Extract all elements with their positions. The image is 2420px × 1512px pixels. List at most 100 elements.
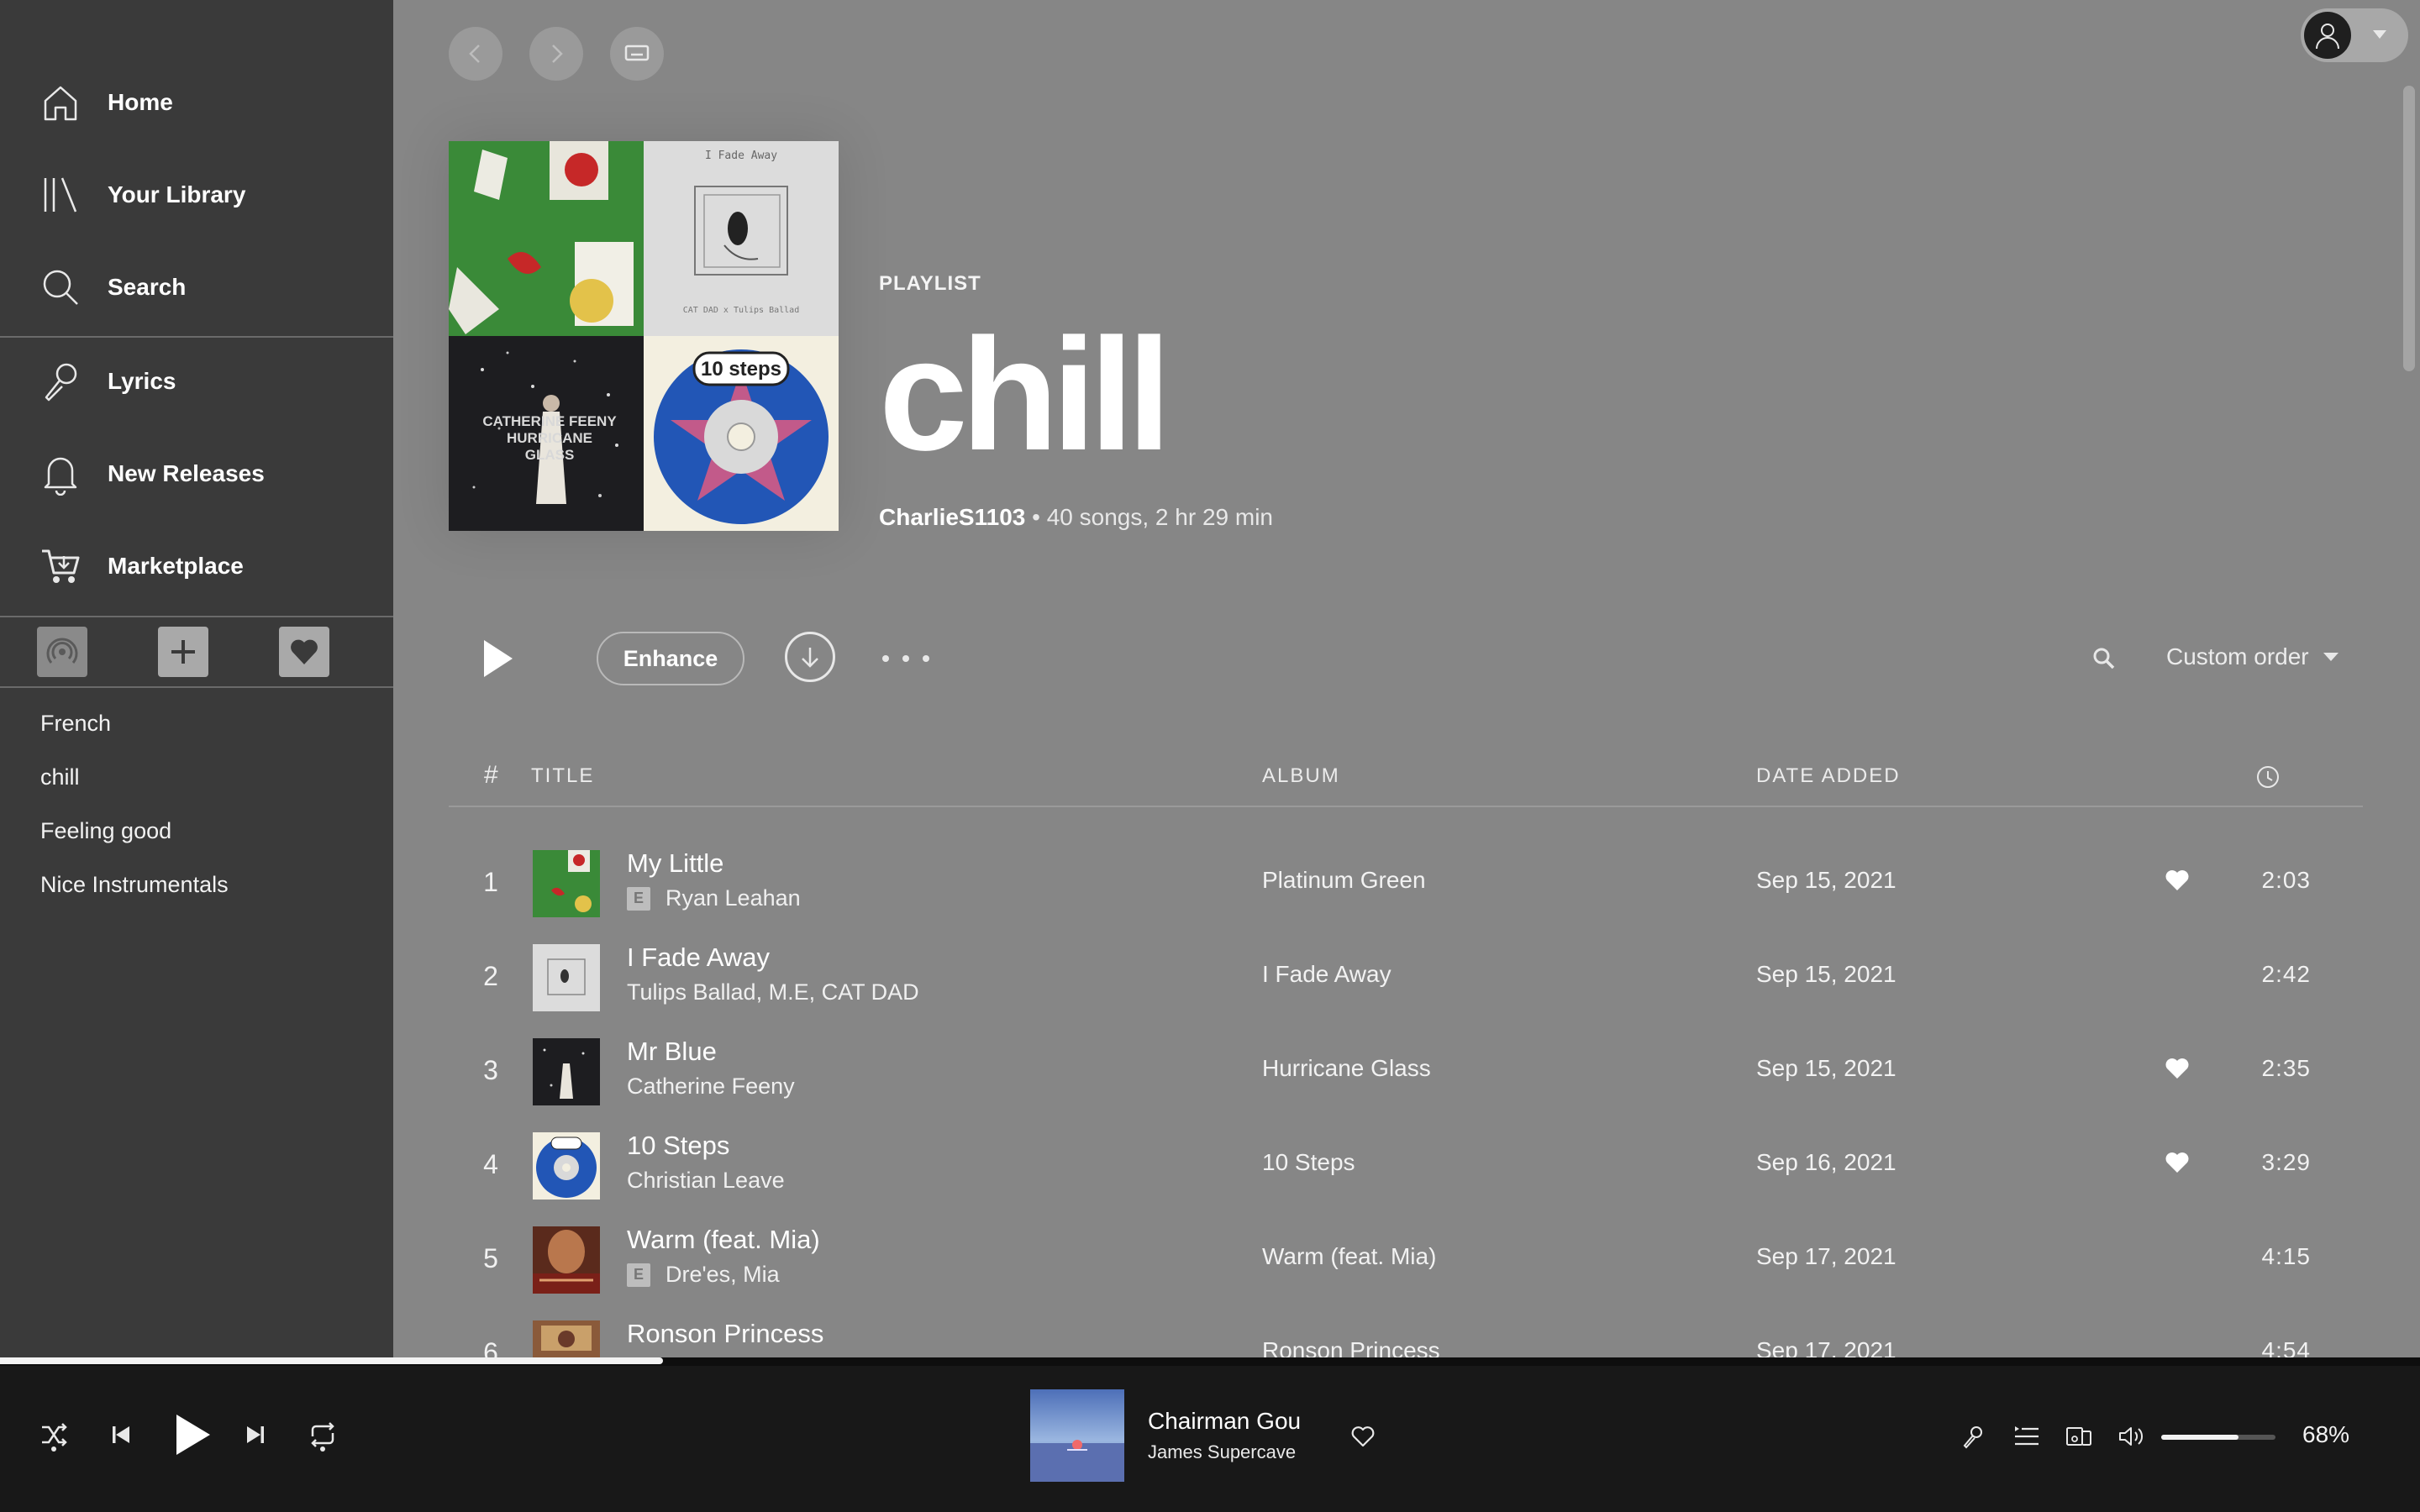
shuffle-icon: [42, 1423, 67, 1446]
nav-your-library[interactable]: Your Library: [0, 149, 393, 241]
track-album[interactable]: Warm (feat. Mia): [1262, 1243, 1436, 1270]
playlist-link[interactable]: Feeling good: [40, 818, 171, 844]
track-title[interactable]: I Fade Away: [627, 942, 770, 973]
now-playing-title[interactable]: Chairman Gou: [1148, 1408, 1301, 1435]
column-album[interactable]: ALBUM: [1262, 764, 1340, 788]
track-duration: 3:29: [2261, 1149, 2311, 1175]
track-album[interactable]: Platinum Green: [1262, 867, 1426, 894]
heart-icon[interactable]: [2165, 1057, 2190, 1080]
nav-home[interactable]: Home: [0, 56, 393, 149]
now-playing-art[interactable]: [1030, 1389, 1124, 1482]
nav-lyrics[interactable]: Lyrics: [0, 335, 393, 428]
playback-progress-bar[interactable]: [0, 1357, 2420, 1366]
now-playing-artist[interactable]: James Supercave: [1148, 1441, 1296, 1463]
previous-button[interactable]: [104, 1415, 138, 1455]
track-artist-name[interactable]: Catherine Feeny: [627, 1074, 795, 1100]
track-album[interactable]: Hurricane Glass: [1262, 1055, 1431, 1082]
track-title[interactable]: Warm (feat. Mia): [627, 1225, 820, 1255]
bell-icon: [44, 457, 77, 496]
playlist-link[interactable]: chill: [40, 764, 80, 790]
track-title[interactable]: My Little: [627, 848, 723, 879]
column-date-added[interactable]: DATE ADDED: [1756, 764, 1901, 788]
track-duration: 2:35: [2261, 1055, 2311, 1081]
play-icon: [176, 1415, 210, 1455]
track-number: 1: [483, 867, 498, 897]
volume-slider[interactable]: [2161, 1435, 2275, 1440]
track-album[interactable]: Ronson Princess: [1262, 1337, 1440, 1359]
track-artist-name[interactable]: Dre'es, Mia: [666, 1262, 780, 1288]
devices-button[interactable]: [610, 27, 664, 81]
track-album[interactable]: 10 Steps: [1262, 1149, 1355, 1176]
skip-previous-icon: [113, 1426, 129, 1443]
back-button[interactable]: [449, 27, 502, 81]
nav-search[interactable]: Search: [0, 241, 393, 333]
scrollbar-thumb[interactable]: [2403, 86, 2415, 371]
playlist-link[interactable]: Nice Instrumentals: [40, 872, 229, 898]
table-row[interactable]: 5 Warm (feat. Mia) E Dre'es, Mia Warm (fe…: [449, 1213, 2363, 1307]
library-icon: [44, 177, 77, 213]
track-number: 3: [483, 1055, 498, 1085]
play-pause-button[interactable]: [165, 1406, 218, 1463]
track-title[interactable]: Mr Blue: [627, 1037, 717, 1067]
sort-dropdown[interactable]: Custom order: [2166, 643, 2339, 670]
queue-button[interactable]: [2008, 1418, 2045, 1455]
play-button[interactable]: [476, 633, 519, 684]
next-button[interactable]: [239, 1415, 272, 1455]
track-thumbnail: [533, 1226, 600, 1294]
devices-icon: [2066, 1427, 2091, 1446]
podcast-icon: [46, 638, 78, 664]
column-title[interactable]: TITLE: [531, 764, 594, 788]
track-date-added: Sep 17, 2021: [1756, 1243, 1897, 1269]
plus-icon: [171, 640, 195, 664]
like-button[interactable]: [1344, 1418, 1381, 1455]
liked-songs-button[interactable]: [279, 627, 329, 677]
track-artist[interactable]: Tulips Ballad, M.E, CAT DAD: [627, 979, 919, 1005]
track-title[interactable]: Ronson Princess: [627, 1319, 823, 1349]
connect-device-button[interactable]: [2060, 1418, 2097, 1455]
podcasts-button[interactable]: [37, 627, 87, 677]
search-in-playlist-icon[interactable]: [2091, 645, 2118, 672]
track-thumbnail: [533, 850, 600, 917]
album-art-sketch: [694, 186, 788, 276]
table-row[interactable]: 6 Ronson Princess Ronson Princess Sep 17…: [449, 1307, 2363, 1359]
track-duration: 2:42: [2261, 961, 2311, 987]
track-album[interactable]: I Fade Away: [1262, 961, 1392, 988]
cover-tile-platinum-green: [449, 141, 644, 336]
caret-down-icon: [2373, 30, 2386, 39]
track-date-added: Sep 16, 2021: [1756, 1149, 1897, 1175]
playlist-meta: CharlieS1103 • 40 songs, 2 hr 29 min: [879, 504, 1273, 531]
download-button[interactable]: [785, 632, 835, 682]
nav-marketplace[interactable]: Marketplace: [0, 520, 393, 612]
forward-button[interactable]: [529, 27, 583, 81]
track-artist-name[interactable]: Christian Leave: [627, 1168, 785, 1194]
track-artist[interactable]: E Dre'es, Mia: [627, 1262, 780, 1288]
enhance-button[interactable]: Enhance: [597, 632, 744, 685]
dot: [923, 655, 929, 662]
lyrics-button[interactable]: [1954, 1418, 1991, 1455]
track-artist[interactable]: Catherine Feeny: [627, 1074, 795, 1100]
nav-new-releases[interactable]: New Releases: [0, 428, 393, 520]
track-artist-name[interactable]: Ryan Leahan: [666, 885, 801, 911]
playlist-link[interactable]: French: [40, 711, 111, 737]
playlist-owner[interactable]: CharlieS1103: [879, 504, 1025, 530]
table-row[interactable]: 2 I Fade Away Tulips Ballad, M.E, CAT DA…: [449, 931, 2363, 1025]
heart-icon[interactable]: [2165, 1151, 2190, 1174]
nav-home-label: Home: [108, 89, 173, 115]
track-artist[interactable]: E Ryan Leahan: [627, 885, 801, 911]
track-title[interactable]: 10 Steps: [627, 1131, 729, 1161]
create-playlist-button[interactable]: [158, 627, 208, 677]
heart-icon[interactable]: [2165, 869, 2190, 892]
volume-fill: [2161, 1435, 2239, 1440]
heart-outline-icon: [1351, 1426, 1375, 1447]
track-artist[interactable]: Christian Leave: [627, 1168, 785, 1194]
track-artist-name[interactable]: Tulips Ballad, M.E, CAT DAD: [627, 979, 919, 1005]
album-art-warm: [533, 1226, 600, 1294]
user-menu[interactable]: [2301, 8, 2408, 62]
table-row[interactable]: 1 My Little E Ryan Leahan Platinum Green …: [449, 837, 2363, 931]
table-row[interactable]: 3 Mr Blue Catherine Feeny Hurricane Glas…: [449, 1025, 2363, 1119]
table-row[interactable]: 4 10 Steps Christian Leave 10 Steps Sep …: [449, 1119, 2363, 1213]
more-options-button[interactable]: [882, 642, 929, 675]
mute-button[interactable]: [2112, 1418, 2149, 1455]
album-art-chairman-gou: [1030, 1389, 1124, 1482]
search-icon: [43, 270, 78, 305]
